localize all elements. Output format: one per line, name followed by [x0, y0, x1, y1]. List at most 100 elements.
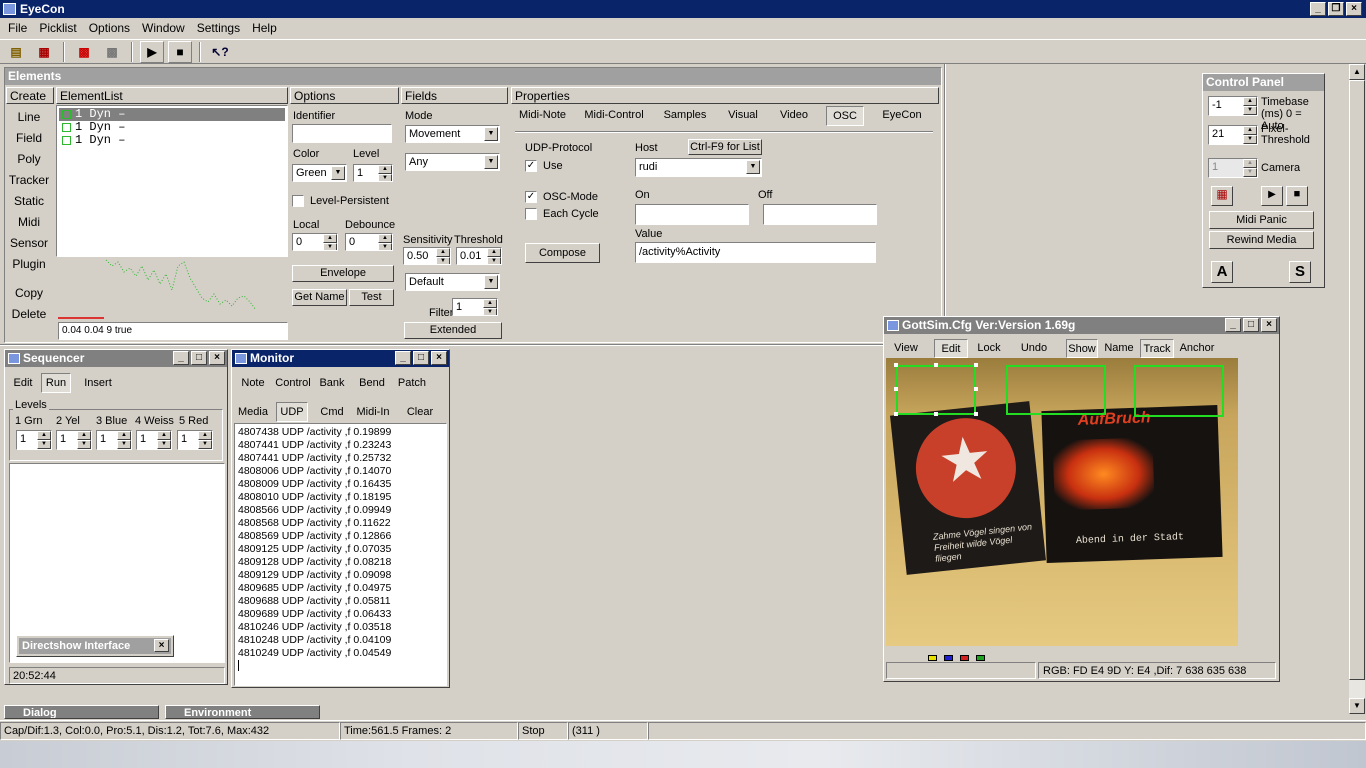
menu-picklist[interactable]: Picklist	[33, 21, 82, 35]
osc-mode-checkbox[interactable]: ✓	[525, 191, 537, 203]
menu-options[interactable]: Options	[83, 21, 136, 35]
debounce-spinner[interactable]: 0 ▲ ▼	[345, 233, 393, 251]
stop-icon[interactable]: ■	[1286, 186, 1308, 206]
monitor-patch-button[interactable]: Patch	[396, 374, 428, 392]
help-cursor-icon[interactable]: ↖?	[208, 41, 232, 63]
monitor-media-button[interactable]: Media	[236, 403, 270, 421]
compose-button[interactable]: Compose	[525, 243, 600, 263]
scroll-up-icon[interactable]: ▲	[1349, 64, 1365, 80]
grid-gray-icon[interactable]: ▩	[100, 41, 124, 63]
monitor-minimize-button[interactable]: _	[395, 351, 411, 365]
create-midi-button[interactable]: Midi	[6, 215, 52, 229]
each-cycle-checkbox[interactable]	[525, 208, 537, 220]
off-input[interactable]	[763, 204, 877, 225]
create-poly-button[interactable]: Poly	[6, 152, 52, 166]
video-minimize-button[interactable]: _	[1225, 318, 1241, 332]
on-input[interactable]	[635, 204, 749, 225]
host-select[interactable]: rudi ▼	[635, 158, 762, 177]
play-icon[interactable]: ▶	[1261, 186, 1283, 206]
camera-image[interactable]: ★ Zahme Vögel singen von Freiheit wilde …	[886, 358, 1238, 646]
video-track-button[interactable]: Track	[1140, 339, 1174, 358]
video-close-button[interactable]: ×	[1261, 318, 1277, 332]
stop-icon[interactable]: ■	[168, 40, 192, 63]
color-select[interactable]: Green ▼	[292, 164, 347, 182]
sensitivity-spinner[interactable]: 0.50 ▲ ▼	[403, 247, 451, 265]
monitor-cmd-button[interactable]: Cmd	[318, 403, 346, 421]
camera-spinner[interactable]: 1 ▲ ▼	[1208, 158, 1258, 178]
video-lock-button[interactable]: Lock	[974, 339, 1004, 357]
video-maximize-button[interactable]: □	[1243, 318, 1259, 332]
pixel-threshold-spinner[interactable]: 21 ▲ ▼	[1208, 125, 1258, 145]
sequencer-close-button[interactable]: ×	[209, 351, 225, 365]
get-name-button[interactable]: Get Name	[292, 289, 347, 306]
tab-samples[interactable]: Samples	[658, 106, 712, 124]
minimize-button[interactable]: _	[1310, 2, 1326, 16]
menu-file[interactable]: File	[2, 21, 33, 35]
sequencer-minimize-button[interactable]: _	[173, 351, 189, 365]
tab-eyecon[interactable]: EyeCon	[876, 106, 928, 124]
create-plugin-button[interactable]: Plugin	[6, 257, 52, 271]
create-tracker-button[interactable]: Tracker	[6, 173, 52, 187]
tab-video[interactable]: Video	[774, 106, 814, 124]
monitor-log[interactable]: 4807438 UDP /activity ,f 0.19899 4807441…	[234, 423, 447, 686]
monitor-clear-button[interactable]: Clear	[404, 403, 436, 421]
video-edit-button[interactable]: Edit	[934, 339, 968, 358]
tab-osc[interactable]: OSC	[826, 106, 864, 126]
minimized-dialog[interactable]: Dialog	[4, 705, 159, 719]
create-sensor-button[interactable]: Sensor	[6, 236, 52, 250]
envelope-button[interactable]: Envelope	[292, 265, 394, 282]
video-show-button[interactable]: Show	[1066, 339, 1098, 358]
video-name-button[interactable]: Name	[1102, 339, 1136, 357]
midi-panic-button[interactable]: Midi Panic	[1209, 211, 1314, 229]
video-view-button[interactable]: View	[888, 339, 924, 357]
filter-spinner[interactable]: 1 ▲ ▼	[452, 298, 498, 316]
identifier-input[interactable]	[292, 124, 392, 143]
restore-button[interactable]: ❐	[1328, 2, 1344, 16]
tracking-region[interactable]	[1006, 365, 1106, 415]
scroll-down-icon[interactable]: ▼	[1349, 698, 1365, 714]
sequencer-tab-edit[interactable]: Edit	[9, 374, 37, 392]
list-item[interactable]: 1 Dyn –	[59, 134, 285, 147]
minimized-environment[interactable]: Environment	[165, 705, 320, 719]
a-button[interactable]: A	[1211, 261, 1233, 283]
sequencer-tab-run[interactable]: Run	[41, 373, 71, 393]
workspace-scrollbar[interactable]: ▲ ▼	[1349, 64, 1365, 714]
delete-button[interactable]: Delete	[6, 307, 52, 321]
ctrl-f9-button[interactable]: Ctrl-F9 for List	[688, 139, 762, 155]
tab-midi-note[interactable]: Midi-Note	[515, 106, 570, 124]
open-file-icon[interactable]: ▤	[4, 41, 28, 63]
menu-window[interactable]: Window	[136, 21, 191, 35]
menu-settings[interactable]: Settings	[191, 21, 246, 35]
any-select[interactable]: Any ▼	[405, 153, 500, 171]
test-button[interactable]: Test	[349, 289, 394, 306]
monitor-close-button[interactable]: ×	[431, 351, 447, 365]
record-film-icon[interactable]: ▦	[1211, 186, 1233, 206]
video-undo-button[interactable]: Undo	[1016, 339, 1052, 357]
level-3-spinner[interactable]: 1 ▲ ▼	[96, 430, 132, 450]
value-input[interactable]: /activity%Activity	[635, 242, 876, 263]
s-button[interactable]: S	[1289, 261, 1311, 283]
create-line-button[interactable]: Line	[6, 110, 52, 124]
extended-button[interactable]: Extended	[404, 322, 502, 339]
scroll-thumb[interactable]	[1349, 80, 1365, 680]
default-select[interactable]: Default ▼	[405, 273, 500, 291]
monitor-udp-button[interactable]: UDP	[276, 402, 308, 422]
grid-red-icon[interactable]: ▩	[72, 41, 96, 63]
rewind-media-button[interactable]: Rewind Media	[1209, 231, 1314, 249]
monitor-control-button[interactable]: Control	[274, 374, 312, 392]
directshow-close-button[interactable]: ×	[154, 639, 169, 652]
level-spinner[interactable]: 1 ▲ ▼	[353, 164, 393, 182]
video-anchor-button[interactable]: Anchor	[1178, 339, 1216, 357]
monitor-bank-button[interactable]: Bank	[318, 374, 346, 392]
threshold-spinner[interactable]: 0.01 ▲ ▼	[456, 247, 502, 265]
save-file-icon[interactable]: ▦	[32, 41, 56, 63]
sequencer-maximize-button[interactable]: □	[191, 351, 207, 365]
monitor-bend-button[interactable]: Bend	[358, 374, 386, 392]
tab-midi-control[interactable]: Midi-Control	[580, 106, 648, 124]
tracking-region[interactable]	[896, 365, 976, 415]
level-2-spinner[interactable]: 1 ▲ ▼	[56, 430, 92, 450]
timebase-spinner[interactable]: -1 ▲ ▼	[1208, 96, 1258, 116]
menu-help[interactable]: Help	[246, 21, 283, 35]
tab-visual[interactable]: Visual	[722, 106, 764, 124]
level-5-spinner[interactable]: 1 ▲ ▼	[177, 430, 213, 450]
